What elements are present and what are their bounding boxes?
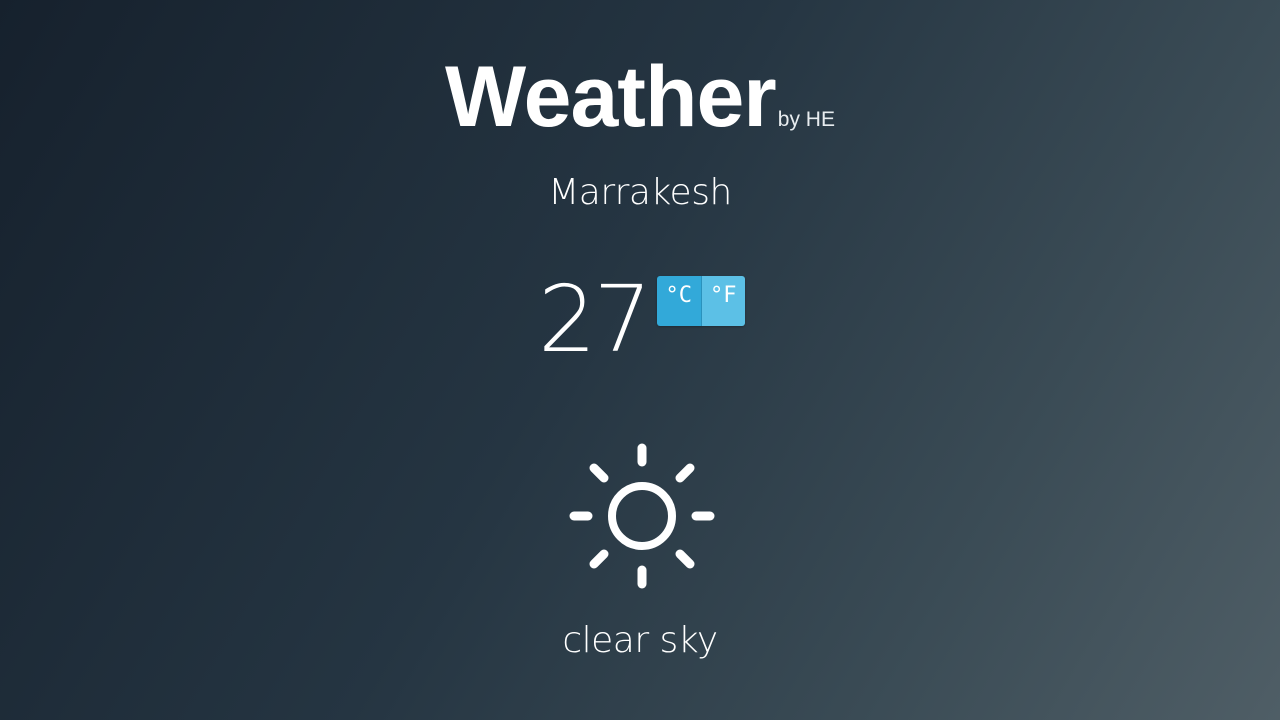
temperature-value: 27 [538,266,652,373]
weather-app: Weatherby HE Marrakesh 27 °C °F clear sk… [0,0,1280,720]
sun-icon [566,440,718,592]
app-header: Weatherby HE [0,48,1280,147]
temperature-section: 27 °C °F [0,270,1280,380]
app-title: Weather [445,49,777,145]
city-name: Marrakesh [548,172,732,213]
app-byline: by HE [777,108,835,131]
celsius-button[interactable]: °C [657,276,701,326]
weather-condition: clear sky [562,620,718,661]
fahrenheit-button[interactable]: °F [700,276,745,326]
unit-toggle[interactable]: °C °F [657,276,745,326]
